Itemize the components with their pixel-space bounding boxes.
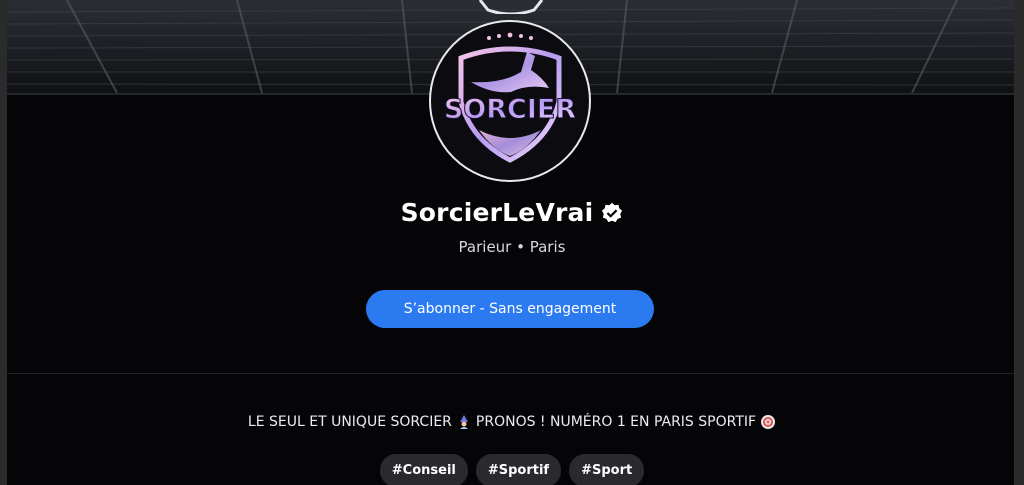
bio-text-end: PRONOS ! NUMÉRO 1 EN PARIS SPORTIF (475, 414, 757, 430)
sorcier-logo-icon: SORCIER (443, 32, 577, 163)
profile-bio: LE SEUL ET UNIQUE SORCIER PRONOS ! NUMÉR… (0, 414, 1024, 430)
subscribe-button[interactable]: S’abonner - Sans engagement (366, 290, 654, 328)
banner-emblem-icon (478, 0, 544, 14)
wizard-emoji-icon (459, 415, 468, 429)
logo-text: SORCIER (444, 94, 576, 125)
tag-sport[interactable]: #Sport (569, 454, 645, 485)
profile-subtitle: Parieur • Paris (458, 238, 566, 256)
username-row: SorcierLeVrai (0, 198, 1024, 227)
tag-list: #Conseil #Sportif #Sport (0, 454, 1024, 485)
profile-avatar[interactable]: SORCIER (429, 20, 591, 182)
profile-page: SORCIER SorcierLeVrai Parieur • Paris S’… (0, 0, 1024, 485)
profile-name: SorcierLeVrai (400, 198, 594, 227)
tag-sportif[interactable]: #Sportif (475, 454, 562, 485)
bio-text-start: LE SEUL ET UNIQUE SORCIER (247, 414, 452, 430)
tag-conseil[interactable]: #Conseil (379, 454, 468, 485)
section-divider (7, 373, 1014, 374)
target-emoji-icon (761, 415, 776, 429)
verified-badge-icon (602, 202, 623, 222)
